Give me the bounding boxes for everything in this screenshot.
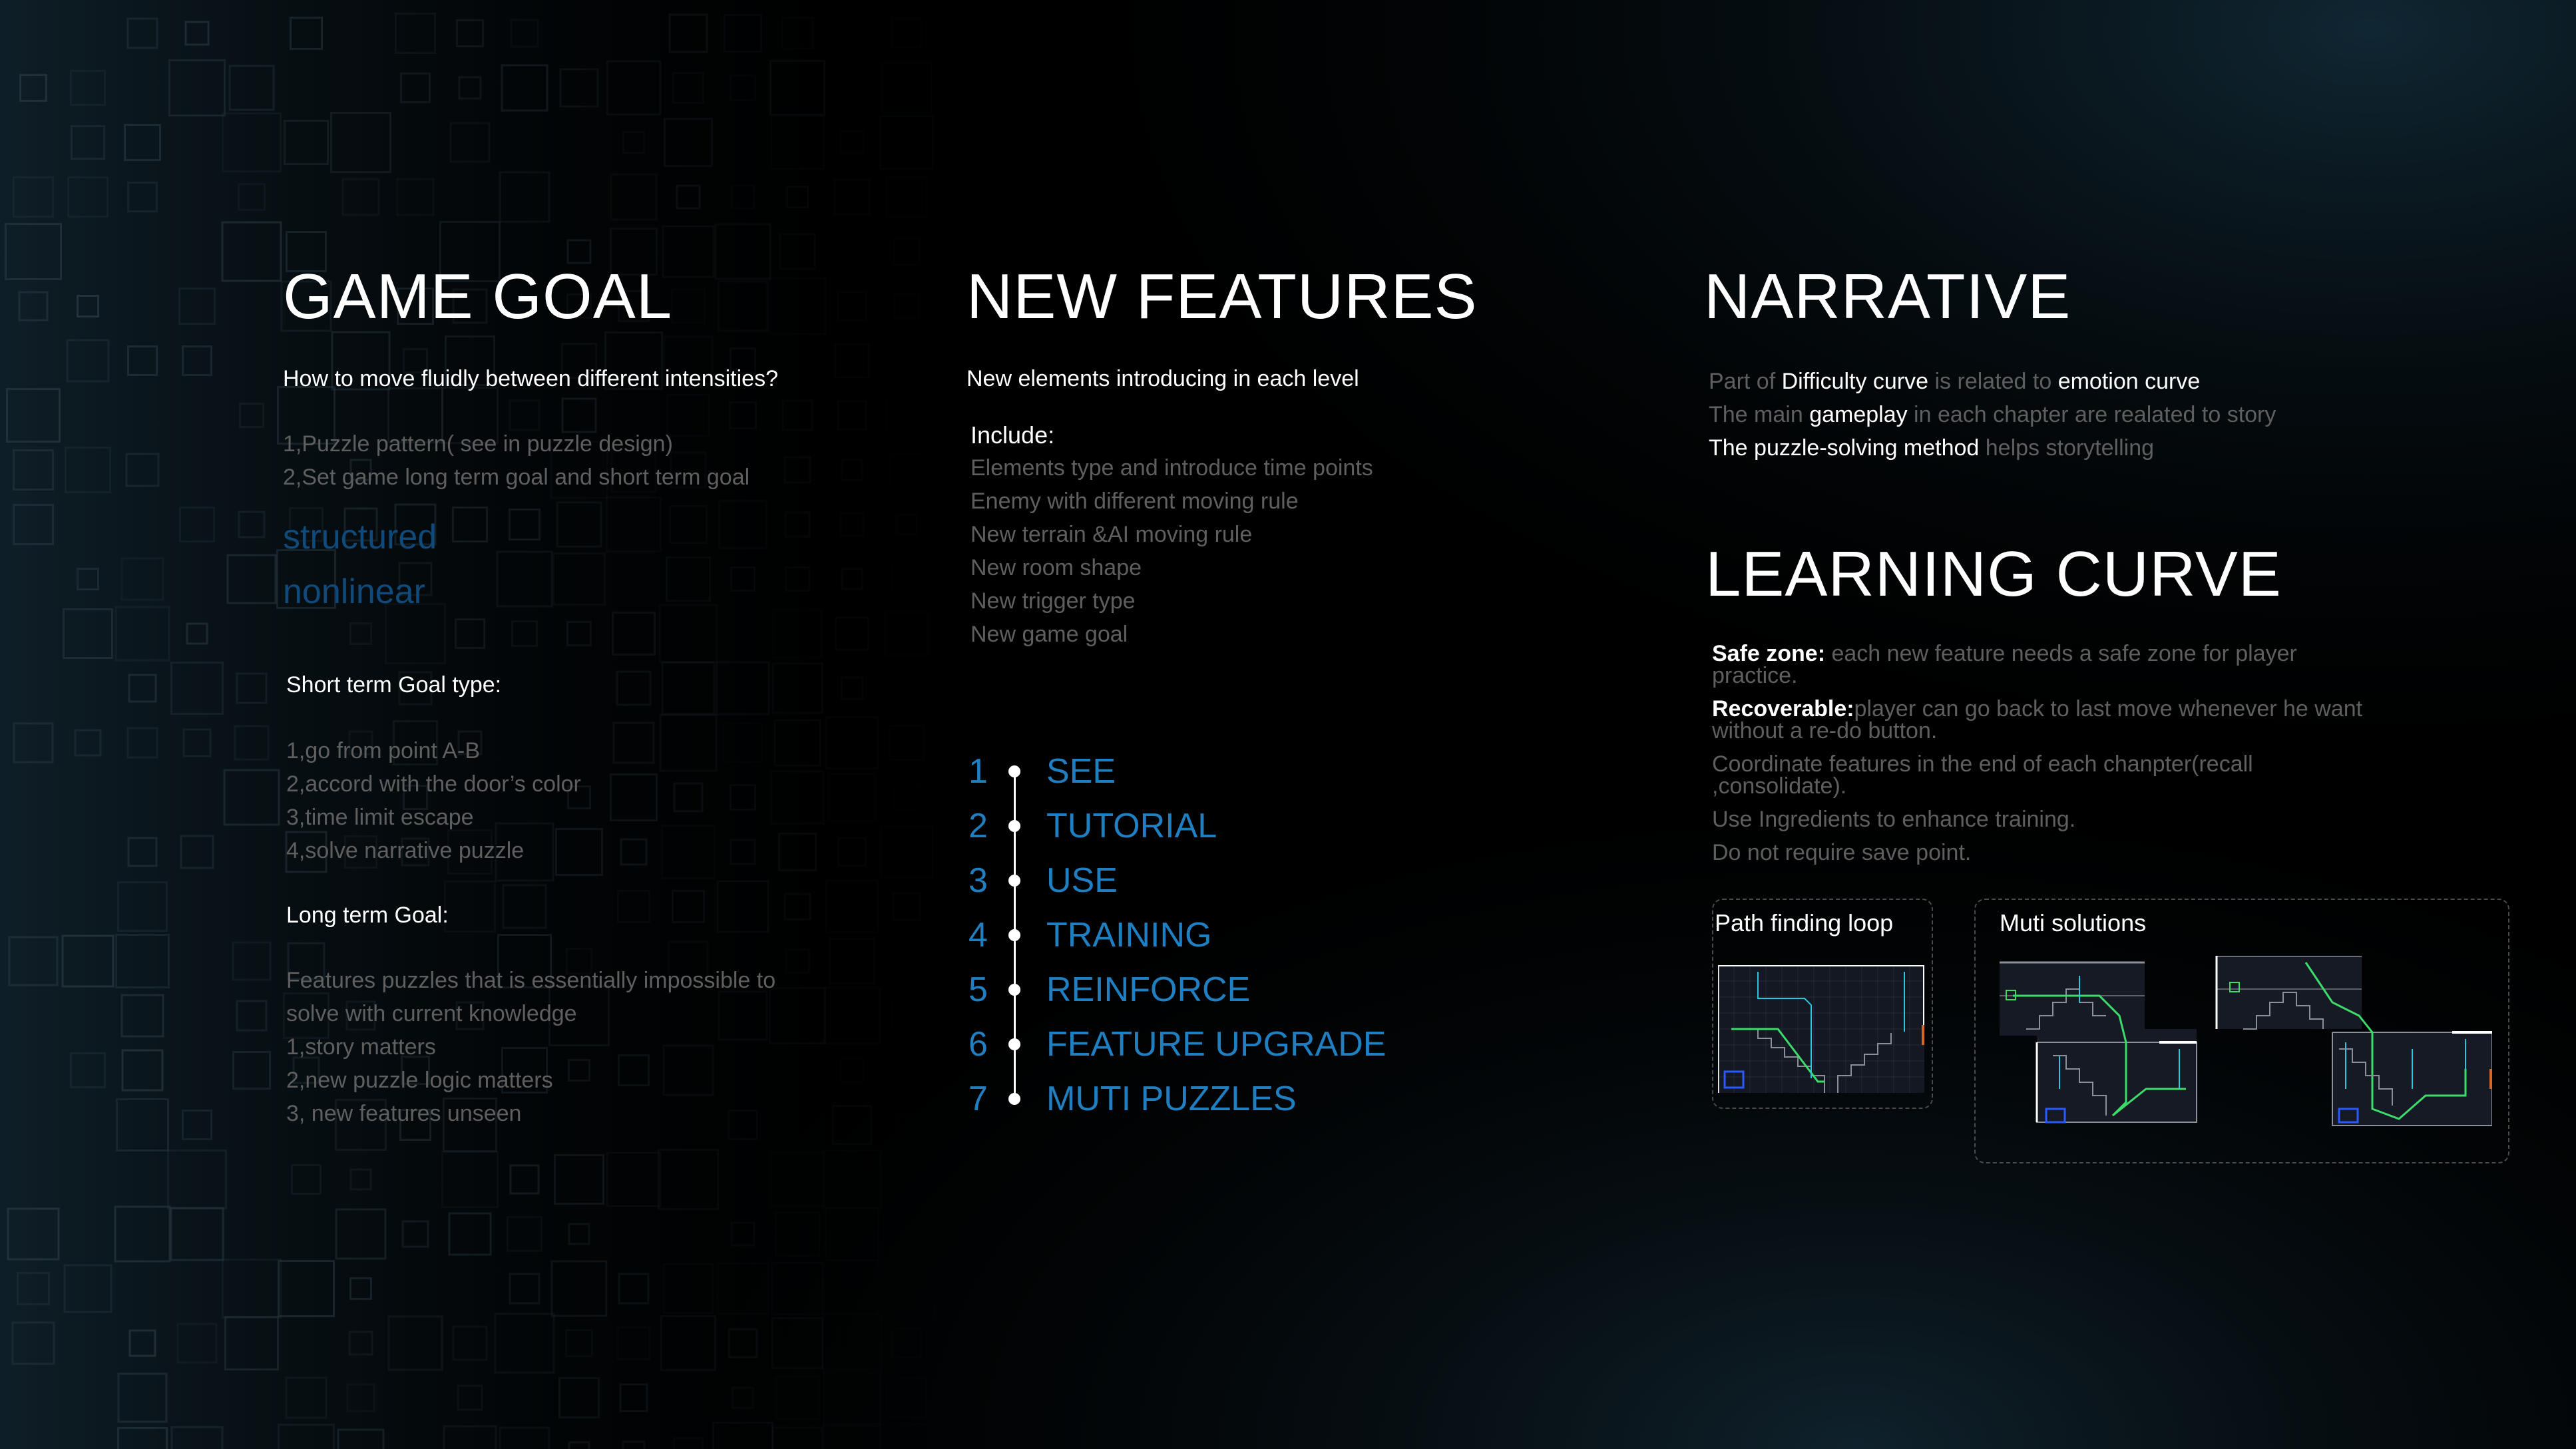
safe-zone-text: Safe zone: each new feature needs a safe… — [1712, 642, 2378, 687]
list-item: solve with current knowledge — [286, 1001, 577, 1026]
game-goal-point: 1,Puzzle pattern( see in puzzle design) — [283, 431, 673, 457]
game-goal-question: How to move fluidly between different in… — [283, 366, 778, 391]
step-label: MUTI PUZZLES — [1046, 1080, 1297, 1118]
list-item: Features puzzles that is essentially imp… — [286, 968, 776, 993]
step-dot — [1008, 765, 1020, 777]
step-number: 7 — [968, 1080, 988, 1118]
save-point-text: Do not require save point. — [1712, 840, 1972, 865]
card-title: Muti solutions — [2000, 909, 2147, 936]
step-label: REINFORCE — [1046, 970, 1251, 1009]
game-goal-points: 1,Puzzle pattern( see in puzzle design) … — [283, 427, 750, 494]
narrative-text: in each chapter are realated to story — [1907, 402, 2276, 427]
list-item: 1,go from point A-B — [286, 738, 481, 763]
keyword-structured: structured — [283, 518, 437, 556]
step-label: FEATURE UPGRADE — [1046, 1025, 1387, 1064]
list-item: New game goal — [970, 622, 1128, 647]
narrative-title: NARRATIVE — [1704, 261, 2071, 332]
list-item: New terrain &AI moving rule — [970, 522, 1253, 547]
narrative-text: Part of — [1709, 369, 1782, 394]
include-title: Include: — [970, 421, 1055, 449]
step-label: SEE — [1046, 752, 1116, 791]
narrative-text: is related to — [1928, 369, 2058, 394]
muti-solutions-card: Muti solutions — [1974, 899, 2509, 1163]
step-dot — [1008, 1038, 1020, 1050]
long-term-title: Long term Goal: — [286, 903, 449, 928]
step-label: TUTORIAL — [1046, 807, 1217, 845]
step-dot — [1008, 984, 1020, 996]
step-number: 1 — [968, 752, 988, 791]
narrative-lines: Part of Difficulty curve is related to e… — [1709, 365, 2276, 465]
keyword-nonlinear: nonlinear — [283, 572, 425, 611]
long-term-list: Features puzzles that is essentially imp… — [286, 964, 775, 1130]
list-item: New room shape — [970, 555, 1142, 580]
list-item: New trigger type — [970, 588, 1136, 614]
new-features-subtitle: New elements introducing in each level — [966, 366, 1359, 391]
step-dot — [1008, 875, 1020, 887]
list-item: Elements type and introduce time points — [970, 455, 1373, 481]
narrative-highlight: Difficulty curve — [1781, 369, 1929, 394]
path-finding-card: Path finding loop — [1712, 899, 1933, 1109]
list-item: Enemy with different moving rule — [970, 489, 1299, 514]
step-dot — [1008, 820, 1020, 832]
list-item: 2,accord with the door’s color — [286, 771, 581, 797]
step-number: 3 — [968, 861, 988, 900]
short-term-title: Short term Goal type: — [286, 672, 502, 698]
step-item: 6 FEATURE UPGRADE — [968, 1017, 1434, 1072]
list-item: 3, new features unseen — [286, 1101, 522, 1126]
feature-steps: 1 SEE 2 TUTORIAL 3 USE 4 TRAINING 5 REIN… — [968, 744, 1434, 1118]
narrative-highlight: The puzzle-solving method — [1709, 435, 1980, 461]
narrative-highlight: gameplay — [1809, 402, 1908, 427]
game-goal-point: 2,Set game long term goal and short term… — [283, 465, 750, 490]
narrative-line-1: Part of Difficulty curve is related to e… — [1709, 365, 2276, 398]
narrative-line-2: The main gameplay in each chapter are re… — [1709, 398, 2276, 431]
path-finding-diagram — [1718, 965, 1924, 1093]
step-number: 5 — [968, 970, 988, 1009]
step-dot — [1008, 929, 1020, 941]
muti-solutions-diagram — [2000, 956, 2492, 1126]
step-number: 4 — [968, 916, 988, 954]
ingredients-text: Use Ingredients to enhance training. — [1712, 807, 2076, 832]
card-title: Path finding loop — [1715, 909, 1894, 936]
list-item: 3,time limit escape — [286, 805, 474, 830]
narrative-line-3: The puzzle-solving method helps storytel… — [1709, 431, 2276, 465]
short-term-list: 1,go from point A-B 2,accord with the do… — [286, 734, 581, 867]
narrative-text: helps storytelling — [1979, 435, 2155, 461]
step-item: 5 REINFORCE — [968, 962, 1434, 1017]
coordinate-text: Coordinate features in the end of each c… — [1712, 751, 2253, 799]
step-number: 6 — [968, 1025, 988, 1064]
step-item: 2 TUTORIAL — [968, 799, 1434, 853]
narrative-highlight: emotion curve — [2057, 369, 2201, 394]
step-dot — [1008, 1093, 1020, 1105]
game-goal-keywords: structured nonlinear — [283, 510, 437, 619]
step-label: TRAINING — [1046, 916, 1212, 954]
list-item: 2,new puzzle logic matters — [286, 1068, 553, 1093]
list-item: 1,story matters — [286, 1034, 436, 1060]
step-label: USE — [1046, 861, 1118, 900]
step-item: 4 TRAINING — [968, 908, 1434, 962]
recoverable-text: Recoverable:player can go back to last m… — [1712, 698, 2378, 742]
step-number: 2 — [968, 807, 988, 845]
game-goal-title: GAME GOAL — [283, 261, 673, 332]
list-item: 4,solve narrative puzzle — [286, 838, 525, 863]
learning-curve-title: LEARNING CURVE — [1705, 538, 2282, 610]
include-list: Elements type and introduce time points … — [970, 451, 1373, 651]
step-item: 3 USE — [968, 853, 1434, 908]
new-features-title: NEW FEATURES — [966, 261, 1478, 332]
step-item: 7 MUTI PUZZLES — [968, 1072, 1434, 1126]
step-item: 1 SEE — [968, 744, 1434, 799]
narrative-text: The main — [1709, 402, 1810, 427]
